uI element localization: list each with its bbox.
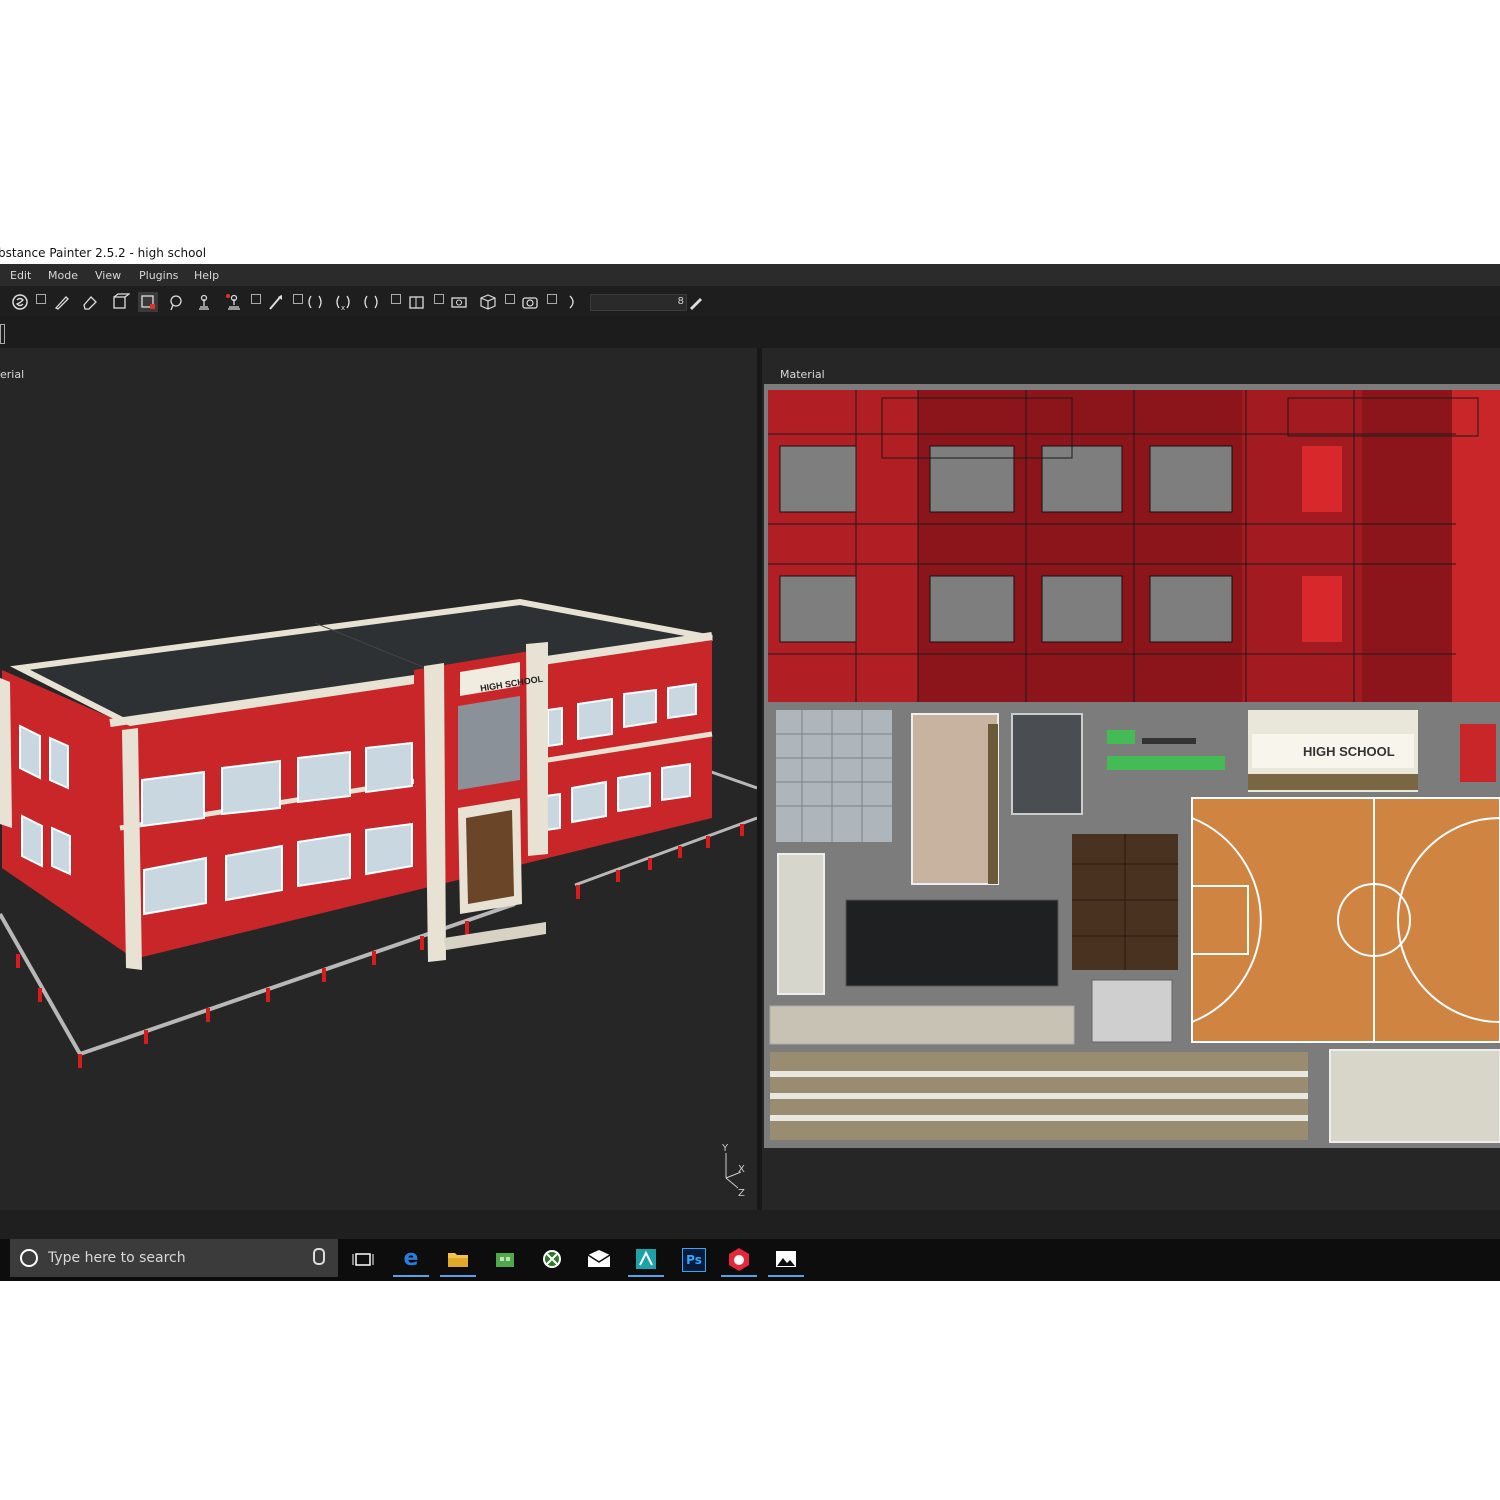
polygon-fill-icon[interactable] [138,292,158,312]
cube-icon[interactable] [478,292,498,312]
cortana-icon[interactable] [20,1249,38,1267]
axis-gizmo-icon: Y X Z [721,1143,745,1198]
edge-label: e [403,1246,419,1271]
axis-z-label: Z [738,1188,745,1198]
substance-painter-window: Edit Mode View Plugins Help x 8 erial HI… [0,264,1500,1239]
popout-icon[interactable] [293,294,303,304]
popout-icon[interactable] [505,294,515,304]
menu-edit[interactable]: Edit [10,269,31,282]
status-strip [0,1210,1500,1239]
taskbar: Type here to search e Ps [0,1239,1500,1281]
menu-plugins[interactable]: Plugins [139,269,178,282]
pen-pressure-icon[interactable] [686,292,706,312]
projection-icon[interactable] [110,292,131,312]
microphone-icon[interactable] [313,1248,325,1265]
axis-x-label: X [738,1164,745,1175]
brush-size-icon[interactable] [562,292,582,312]
context-toolbar-handle[interactable] [0,324,5,344]
popout-icon[interactable] [391,294,401,304]
popout-icon[interactable] [547,294,557,304]
symmetry-icon[interactable] [305,292,325,312]
mirror-x-icon[interactable]: x [333,292,353,312]
edge-icon[interactable]: e [393,1245,429,1277]
smudge-icon[interactable] [166,292,186,312]
uv-sign-text: HIGH SCHOOL [1303,744,1395,759]
mirror-y-icon[interactable] [361,292,381,312]
mail-icon[interactable] [584,1245,614,1273]
uv-texture-sheet: HIGH SCHOOL [764,384,1500,1148]
window-title: bstance Painter 2.5.2 - high school [0,246,207,260]
svg-text:x: x [341,304,345,312]
eraser-icon[interactable] [80,292,100,312]
select-icon[interactable] [10,292,30,312]
file-explorer-icon[interactable] [440,1245,476,1277]
menu-bar: Edit Mode View Plugins Help [0,264,1500,286]
basketball-court-texture [1191,797,1500,1043]
building-model: HIGH SCHOOL [0,598,757,1068]
paint-brush-icon[interactable] [52,292,72,312]
xbox-icon[interactable] [537,1245,567,1273]
photoshop-label: Ps [682,1248,706,1272]
viewport-3d[interactable]: erial HIGH SCHOOL Y X Z [0,348,757,1210]
brush-size-value: 8 [677,296,684,307]
menu-help[interactable]: Help [194,269,219,282]
popout-icon[interactable] [251,294,261,304]
task-view-icon[interactable] [348,1245,378,1273]
viewport-2d[interactable]: Material HIGH SCHOOL [762,348,1500,1210]
menu-mode[interactable]: Mode [48,269,78,282]
camera-icon[interactable] [407,292,427,312]
display-icon[interactable] [449,292,469,312]
viewport-2d-label: Material [780,368,825,381]
maya-icon[interactable] [628,1245,664,1277]
photoshop-icon[interactable]: Ps [678,1245,708,1273]
material-picker-icon[interactable] [224,292,244,312]
toolbar: x [0,286,1500,316]
context-toolbar [0,316,1500,348]
substance-painter-icon[interactable] [721,1245,757,1277]
popout-icon[interactable] [434,294,444,304]
photos-icon[interactable] [768,1245,804,1277]
search-placeholder: Type here to search [48,1250,186,1266]
bake-icon[interactable] [266,292,286,312]
menu-view[interactable]: View [95,269,121,282]
title-bar: bstance Painter 2.5.2 - high school [0,240,1500,264]
search-box[interactable]: Type here to search [10,1239,338,1277]
axis-y-label: Y [721,1143,729,1154]
popout-icon[interactable] [36,294,46,304]
store-icon[interactable] [490,1245,520,1273]
screenshot-icon[interactable] [520,292,540,312]
clone-icon[interactable] [194,292,214,312]
